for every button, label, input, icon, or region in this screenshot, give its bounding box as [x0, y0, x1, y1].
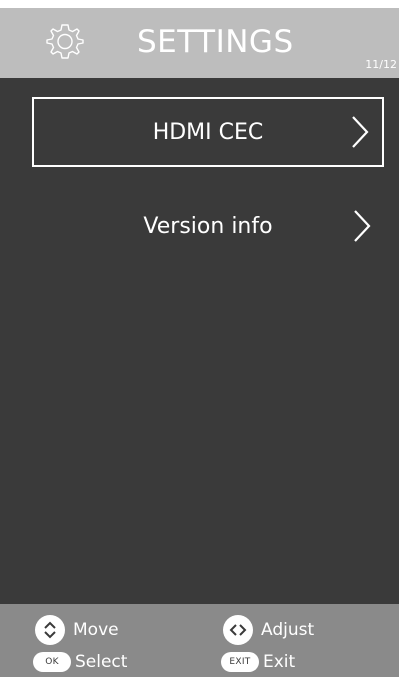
- hint-move-label: Move: [73, 620, 119, 640]
- settings-header: SETTINGS 11/12: [0, 8, 399, 78]
- gear-icon: [46, 24, 84, 59]
- hint-adjust: Adjust: [223, 615, 314, 645]
- page-indicator: 11/12: [365, 58, 397, 71]
- key-hints-footer: Move Adjust OK Select EXIT Exit: [0, 604, 399, 677]
- menu-item-version-info[interactable]: Version info: [32, 191, 384, 261]
- hint-select: OK Select: [33, 652, 127, 672]
- hint-move: Move: [35, 615, 119, 645]
- hint-adjust-label: Adjust: [261, 620, 315, 640]
- hint-exit: EXIT Exit: [221, 652, 295, 672]
- menu-item-hdmi-cec[interactable]: HDMI CEC: [32, 97, 384, 167]
- left-right-arrows-icon: [223, 615, 253, 645]
- page-title: SETTINGS: [137, 24, 294, 60]
- exit-key-icon: EXIT: [221, 652, 259, 672]
- chevron-right-icon: [354, 210, 371, 242]
- chevron-right-icon: [352, 116, 369, 148]
- up-down-arrows-icon: [35, 615, 65, 645]
- ok-key-icon: OK: [33, 652, 71, 672]
- menu-item-label: Version info: [143, 213, 273, 239]
- menu-item-label: HDMI CEC: [152, 119, 264, 145]
- hint-exit-label: Exit: [263, 652, 296, 672]
- hint-select-label: Select: [75, 652, 128, 672]
- settings-panel: SETTINGS 11/12 HDMI CEC Version info: [0, 8, 399, 677]
